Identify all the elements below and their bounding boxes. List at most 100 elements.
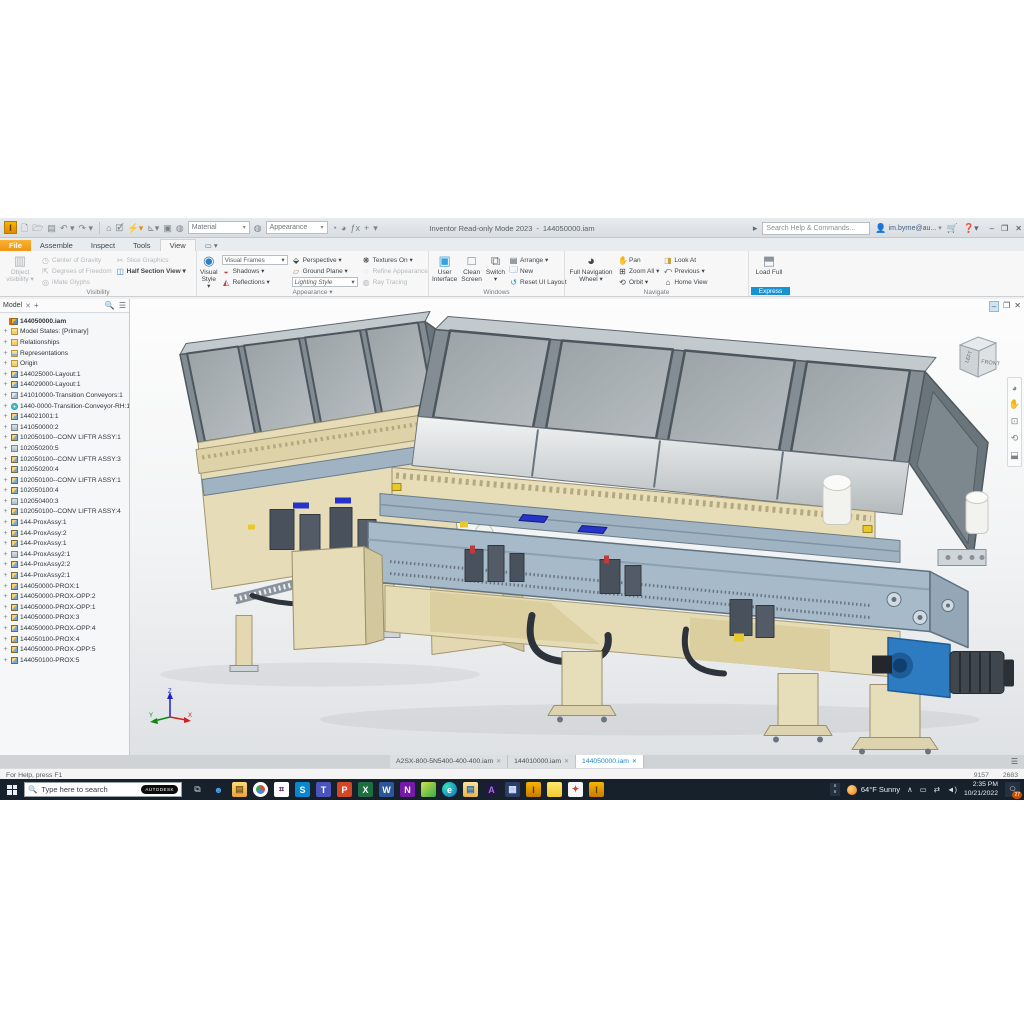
shadows-button[interactable]: ◒Shadows ▾: [222, 266, 288, 276]
app-store-cart-icon[interactable]: 🛒: [947, 223, 958, 234]
home-view-button[interactable]: ⌂Home View: [663, 277, 707, 287]
lighting-style-combo[interactable]: Lighting Style▾: [292, 277, 358, 287]
reflections-button[interactable]: ◭Reflections ▾: [222, 277, 288, 287]
hidden-icons-chevron[interactable]: ∧: [907, 785, 913, 794]
expand-icon[interactable]: +: [2, 403, 9, 410]
excel-icon[interactable]: X: [358, 782, 373, 797]
tree-item[interactable]: + 102050100--CONV LIFTR ASSY:1: [2, 475, 129, 486]
tree-item[interactable]: + 144-ProxAssy:1: [2, 517, 129, 528]
weather-widget[interactable]: 64°F Sunny: [847, 785, 900, 795]
switch-windows-button[interactable]: ⧉ Switch ▾: [486, 253, 505, 287]
tree-item[interactable]: + 141050000:2: [2, 422, 129, 433]
tree-item[interactable]: + 1440-0000-Transition-Conveyor-RH:1: [2, 401, 129, 412]
object-visibility-button[interactable]: ▥ Object visibility ▾: [3, 253, 37, 287]
browser-tab-model[interactable]: Model✕: [3, 302, 31, 310]
browser-add-tab-button[interactable]: +: [34, 301, 39, 310]
tree-item[interactable]: + 144-ProxAssy2:1: [2, 570, 129, 581]
doc-minimize-button[interactable]: –: [989, 301, 999, 312]
view-cube[interactable]: LEFT FRONT: [948, 327, 1006, 385]
expand-icon[interactable]: +: [2, 381, 9, 388]
half-section-view-button[interactable]: ◫Half Section View ▾: [116, 266, 186, 276]
update-lightning-icon[interactable]: ⚡▾: [128, 221, 144, 235]
load-full-button[interactable]: ⬒ Load Full: [752, 253, 786, 287]
tree-item[interactable]: + 144050000-PROX-OPP:5: [2, 644, 129, 655]
ground-plane-button[interactable]: ▱Ground Plane ▾: [292, 266, 358, 276]
tree-item[interactable]: + 144029000-Layout:1: [2, 380, 129, 391]
document-tab[interactable]: A2SX-800-5N5400-400-400.iam ✕: [390, 755, 508, 768]
tree-item[interactable]: + 102050100--CONV LIFTR ASSY:1: [2, 433, 129, 444]
doc-close-button[interactable]: ✕: [1014, 301, 1021, 312]
graphics-canvas[interactable]: – ❐ ✕ LEFT FRONT ◕ ✋ ⊡ ⟲ ⬓: [130, 299, 1024, 755]
help-search-input[interactable]: Search Help & Commands...: [762, 222, 870, 235]
doc-tab-menu-icon[interactable]: ☰: [1005, 755, 1024, 768]
clear-appearance-icon[interactable]: ◕: [341, 221, 346, 235]
chrome-icon[interactable]: [253, 782, 268, 797]
expand-icon[interactable]: +: [2, 371, 9, 378]
inventor-icon[interactable]: I: [526, 782, 541, 797]
ribbon-tab[interactable]: Assemble: [31, 240, 82, 251]
calculator-icon[interactable]: ▦: [505, 782, 520, 797]
expand-icon[interactable]: +: [2, 551, 9, 558]
imate-glyphs-button[interactable]: ◎iMate Glyphs: [41, 277, 112, 287]
expand-icon[interactable]: +: [2, 328, 9, 335]
tree-item[interactable]: + Representations: [2, 348, 129, 359]
volume-icon[interactable]: ◄): [947, 785, 957, 794]
tree-item[interactable]: + 144025000-Layout:1: [2, 369, 129, 380]
onenote-icon[interactable]: N: [400, 782, 415, 797]
tree-item[interactable]: + 102050100:4: [2, 486, 129, 497]
doc-tab-close-icon[interactable]: ✕: [496, 758, 501, 765]
people-icon[interactable]: ☻: [211, 782, 226, 797]
pan-button[interactable]: ✋Pan: [618, 255, 659, 265]
navigation-wheel-button[interactable]: ◕ Full Navigation Wheel ▾: [568, 253, 614, 287]
expand-icon[interactable]: +: [2, 583, 9, 590]
new-file-icon[interactable]: 🗋: [21, 221, 28, 235]
tree-item[interactable]: + 144-ProxAssy2:2: [2, 560, 129, 571]
expand-icon[interactable]: +: [2, 350, 9, 357]
tree-item[interactable]: + 144021001:1: [2, 411, 129, 422]
slack-icon[interactable]: ⌗: [274, 782, 289, 797]
taskbar-search-input[interactable]: 🔍 Type here to search AUTODESK: [24, 782, 182, 797]
notification-center-icon[interactable]: 🗨27: [1005, 782, 1020, 797]
new-window-button[interactable]: 🗔New: [509, 266, 567, 276]
expand-icon[interactable]: +: [2, 561, 9, 568]
expand-icon[interactable]: +: [2, 477, 9, 484]
orbit-icon[interactable]: ⟲: [1011, 433, 1019, 444]
open-icon[interactable]: 🗁: [32, 221, 43, 235]
browser-tab-close-icon[interactable]: ✕: [25, 302, 31, 310]
expand-icon[interactable]: +: [2, 572, 9, 579]
expand-icon[interactable]: +: [2, 519, 9, 526]
document-tab[interactable]: 144010000.iam ✕: [508, 755, 576, 768]
document-tab[interactable]: 144050000.iam ✕: [576, 755, 644, 768]
reset-ui-layout-button[interactable]: ↺Reset UI Layout: [509, 277, 567, 287]
ares-icon[interactable]: A: [484, 782, 499, 797]
look-at-icon[interactable]: ⬓: [1010, 450, 1019, 461]
zoom-all-button[interactable]: ⊞Zoom All ▾: [618, 266, 659, 276]
ribbon-tab[interactable]: Tools: [124, 240, 160, 251]
weather-app-icon[interactable]: ✦: [568, 782, 583, 797]
expand-icon[interactable]: +: [2, 604, 9, 611]
tree-item[interactable]: + 102050400:3: [2, 496, 129, 507]
tree-item[interactable]: + 144050100-PROX:4: [2, 634, 129, 645]
tree-item[interactable]: + 144-ProxAssy:2: [2, 528, 129, 539]
perspective-button[interactable]: ⬙Perspective ▾: [292, 255, 358, 265]
expand-icon[interactable]: +: [2, 487, 9, 494]
expand-icon[interactable]: +: [2, 339, 9, 346]
degrees-of-freedom-button[interactable]: ⇱Degrees of Freedom: [41, 266, 112, 276]
home-icon[interactable]: ⌂: [106, 221, 111, 235]
help-icon[interactable]: ❓▾: [963, 223, 979, 234]
doc-tab-close-icon[interactable]: ✕: [564, 758, 569, 765]
tree-item[interactable]: + 144050100-PROX:5: [2, 655, 129, 666]
expand-icon[interactable]: +: [2, 508, 9, 515]
redo-icon[interactable]: ↷ ▾: [79, 221, 94, 235]
pan-icon[interactable]: ✋: [1009, 399, 1020, 410]
tree-item[interactable]: + 102050100--CONV LIFTR ASSY:3: [2, 454, 129, 465]
browser-menu-icon[interactable]: ☰: [119, 301, 126, 310]
onedrive-folder-icon[interactable]: ▤: [463, 782, 478, 797]
tree-item[interactable]: + 144-ProxAssy:1: [2, 538, 129, 549]
textures-on-button[interactable]: ❋Textures On ▾: [362, 255, 428, 265]
powerpoint-icon[interactable]: P: [337, 782, 352, 797]
expand-icon[interactable]: +: [2, 646, 9, 653]
tree-item[interactable]: + Model States: [Primary]: [2, 327, 129, 338]
nav-wheel-icon[interactable]: ◕: [1012, 383, 1017, 393]
expand-icon[interactable]: +: [2, 614, 9, 621]
